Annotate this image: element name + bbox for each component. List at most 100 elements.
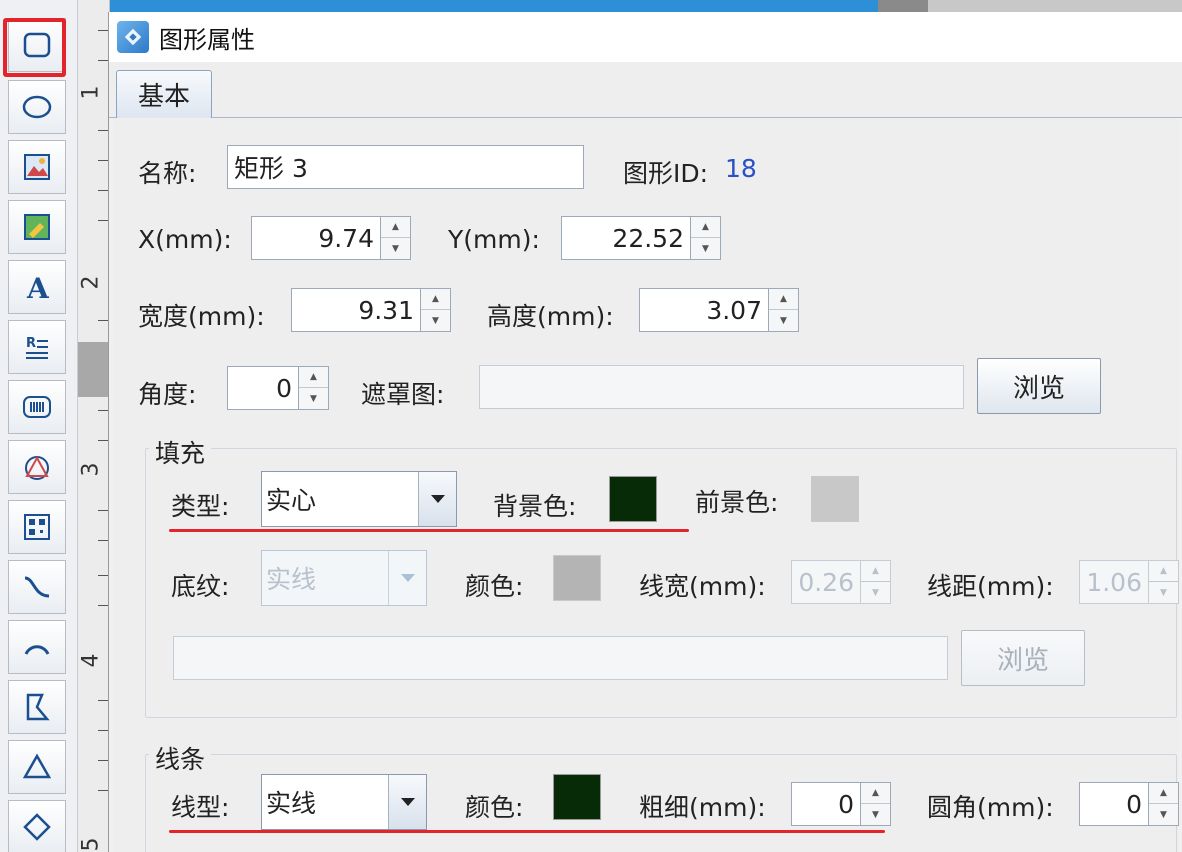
fill-bg-label: 背景色: (493, 492, 577, 521)
line-width-input[interactable]: 0.26 (791, 560, 861, 604)
diamond-tool[interactable] (8, 800, 66, 852)
thickness-label: 粗细(mm): (639, 793, 766, 822)
shape-id-value: 18 (725, 154, 757, 183)
tool-palette: A R (0, 0, 78, 852)
height-label: 高度(mm): (487, 302, 614, 331)
pattern-path-input[interactable] (173, 636, 948, 680)
fill-bg-swatch[interactable] (609, 476, 657, 522)
ruler-selection (78, 342, 110, 397)
width-input[interactable]: 9.31 (291, 288, 421, 332)
mask-browse-button[interactable]: 浏览 (977, 358, 1101, 414)
diamond-icon (23, 813, 51, 841)
selected-tool-highlight (3, 18, 66, 77)
triangle-tool[interactable] (8, 740, 66, 794)
ruler-number: 2 (78, 275, 104, 290)
thickness-spinner[interactable]: ▲ ▼ (861, 782, 891, 826)
rich-text-icon: R (26, 336, 48, 359)
height-input[interactable]: 3.07 (639, 288, 769, 332)
image-tool[interactable] (8, 140, 66, 194)
width-spinner[interactable]: ▲ ▼ (421, 288, 451, 332)
picture-tool[interactable] (8, 200, 66, 254)
fill-type-select[interactable]: 实心 (261, 471, 457, 527)
dialog-title: 图形属性 (159, 25, 255, 54)
shape-properties-dialog: 图形属性 基本 名称: 矩形 3 图形ID: 18 X(mm): 9.74 ▲ ▼… (108, 12, 1182, 852)
angle-label: 角度: (138, 380, 197, 409)
polygon-tool[interactable] (8, 680, 66, 734)
basic-panel: 名称: 矩形 3 图形ID: 18 X(mm): 9.74 ▲ ▼ Y(mm): … (113, 118, 1179, 852)
fill-fg-label: 前景色: (695, 488, 779, 517)
barcode-icon (23, 396, 51, 418)
ruler-number: 1 (78, 85, 104, 100)
name-input[interactable]: 矩形 3 (227, 145, 584, 189)
y-input[interactable]: 22.52 (561, 216, 691, 260)
triangle-icon (22, 753, 52, 779)
line-width-spinner[interactable]: ▲ ▼ (861, 560, 891, 604)
line-type-label: 线型: (171, 793, 230, 822)
y-spinner[interactable]: ▲ ▼ (691, 216, 721, 260)
pattern-select[interactable]: 实线 (261, 550, 427, 606)
vertical-ruler: 1 2 3 4 5 (78, 0, 110, 852)
pattern-label: 底纹: (171, 572, 230, 601)
qrcode-tool[interactable] (8, 500, 66, 554)
angle-input[interactable]: 0 (227, 366, 299, 410)
picture-icon (24, 214, 50, 240)
line-spacing-input[interactable]: 1.06 (1079, 560, 1149, 604)
triangle-circle-icon (25, 455, 49, 480)
x-input[interactable]: 9.74 (251, 216, 381, 260)
pattern-browse-button[interactable]: 浏览 (961, 630, 1085, 686)
dialog-titlebar: 图形属性 (109, 12, 1182, 62)
line-color-label: 颜色: (465, 793, 524, 822)
line-spacing-label: 线距(mm): (927, 572, 1054, 601)
arc-icon (24, 645, 50, 655)
fill-group-title: 填充 (149, 434, 212, 470)
ruler-number: 3 (78, 462, 104, 477)
fill-fg-swatch[interactable] (811, 476, 859, 522)
line-width-label: 线宽(mm): (639, 572, 766, 601)
y-label: Y(mm): (448, 225, 540, 254)
thickness-input[interactable]: 0 (791, 782, 861, 826)
x-spinner[interactable]: ▲ ▼ (381, 216, 411, 260)
text-icon: A (26, 272, 50, 304)
ruler-number: 4 (78, 653, 104, 668)
chevron-down-icon[interactable] (388, 775, 426, 829)
pattern-color-label: 颜色: (465, 572, 524, 601)
tab-strip: 基本 (109, 62, 1182, 118)
polygon-icon (26, 693, 50, 721)
width-label: 宽度(mm): (138, 302, 265, 331)
chevron-down-icon[interactable] (418, 472, 456, 526)
ellipse-tool[interactable] (8, 80, 66, 134)
text-tool[interactable]: A (8, 260, 66, 314)
rich-text-tool[interactable]: R (8, 320, 66, 374)
x-label: X(mm): (138, 225, 232, 254)
mask-path-input[interactable] (479, 365, 964, 409)
line-type-value: 实线 (266, 789, 317, 818)
line-spacing-spinner[interactable]: ▲ ▼ (1149, 560, 1179, 604)
fill-type-label: 类型: (171, 492, 230, 521)
ruler-number: 5 (78, 837, 104, 852)
angle-spinner[interactable]: ▲ ▼ (299, 366, 329, 410)
corner-radius-spinner[interactable]: ▲ ▼ (1149, 782, 1179, 826)
ellipse-icon (22, 95, 52, 119)
fill-type-value: 实心 (266, 486, 317, 515)
pattern-value: 实线 (266, 565, 317, 594)
arc-tool[interactable] (8, 620, 66, 674)
barcode-tool[interactable] (8, 380, 66, 434)
tab-basic[interactable]: 基本 (116, 70, 212, 118)
red-underline-fill (169, 529, 689, 532)
chevron-down-icon[interactable] (388, 551, 426, 605)
qr-sign-tool[interactable] (8, 440, 66, 494)
corner-radius-label: 圆角(mm): (927, 793, 1054, 822)
name-label: 名称: (138, 159, 197, 188)
svg-text:A: A (26, 272, 50, 304)
app-icon (117, 21, 149, 53)
red-underline-line (169, 830, 885, 833)
shape-id-label: 图形ID: (623, 159, 709, 188)
svg-text:R: R (26, 336, 36, 351)
corner-radius-input[interactable]: 0 (1079, 782, 1149, 826)
line-color-swatch[interactable] (553, 774, 601, 820)
line-group-title: 线条 (149, 740, 212, 776)
height-spinner[interactable]: ▲ ▼ (769, 288, 799, 332)
line-type-select[interactable]: 实线 (261, 774, 427, 830)
pattern-color-swatch[interactable] (553, 555, 601, 601)
curve-tool[interactable] (8, 560, 66, 614)
